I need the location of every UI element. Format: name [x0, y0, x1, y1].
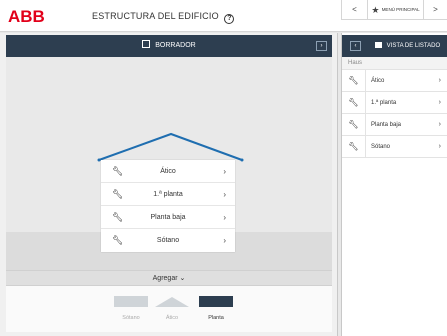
chevron-right-icon[interactable]: ›: [223, 206, 226, 229]
add-floor-button[interactable]: Agregar ⌄: [6, 270, 332, 286]
svg-text:ABB: ABB: [8, 7, 44, 25]
building-editor-panel: BORRADOR › 🔧︎ Ático › 🔧︎ 1.ª planta › 🔧︎ Planta…: [0, 33, 338, 336]
collapse-panel-button[interactable]: ›: [316, 41, 327, 51]
wrench-icon[interactable]: 🔧︎: [342, 70, 366, 91]
nav-prev-button[interactable]: <: [341, 0, 367, 20]
nav-next-button[interactable]: >: [423, 0, 447, 20]
floor-label: Ático: [160, 168, 176, 175]
thumb-floor[interactable]: Planta: [199, 296, 233, 321]
star-icon: ★: [371, 5, 380, 15]
thumb-basement[interactable]: Sótano: [114, 296, 148, 321]
list-view-label: VISTA DE LISTADO: [386, 43, 441, 49]
list-item-label: Sótano: [371, 144, 391, 150]
list-view-toggle[interactable]: VISTA DE LISTADO: [375, 35, 440, 57]
list-item[interactable]: 🔧︎ Sótano ›: [342, 136, 447, 158]
floor-stack: 🔧︎ Ático › 🔧︎ 1.ª planta › 🔧︎ Planta baja › 🔧︎ Sót…: [101, 160, 235, 252]
chevron-right-icon[interactable]: ›: [439, 114, 441, 136]
floor-row[interactable]: 🔧︎ Sótano ›: [101, 229, 235, 252]
list-item-label: Ático: [371, 78, 385, 84]
expand-panel-button[interactable]: ‹: [350, 41, 361, 51]
top-header: ABB ESTRUCTURA DEL EDIFICIO ? < ★ MENÚ P…: [0, 0, 447, 32]
list-item[interactable]: 🔧︎ Planta baja ›: [342, 114, 447, 136]
draft-bar: BORRADOR ›: [6, 35, 332, 57]
main-menu-button[interactable]: ★ MENÚ PRINCIPAL: [367, 0, 423, 20]
list-item[interactable]: 🔧︎ 1.ª planta ›: [342, 92, 447, 114]
floor-row[interactable]: 🔧︎ Ático ›: [101, 160, 235, 183]
list-icon: [375, 42, 382, 48]
floor-list: 🔧︎ Ático › 🔧︎ 1.ª planta › 🔧︎ Planta baja › 🔧︎ Sót…: [342, 70, 447, 158]
thumb-attic[interactable]: Ático: [155, 296, 189, 321]
floor-row[interactable]: 🔧︎ 1.ª planta ›: [101, 183, 235, 206]
list-item-label: Planta baja: [371, 122, 402, 128]
abb-logo: ABB: [8, 7, 44, 25]
draft-icon: [142, 40, 151, 48]
floor-label: 1.ª planta: [153, 191, 183, 198]
chevron-right-icon[interactable]: ›: [223, 160, 226, 183]
thumb-label: Sótano: [122, 315, 140, 321]
floor-label: Planta baja: [150, 214, 186, 221]
help-icon[interactable]: ?: [224, 14, 235, 24]
main-menu-label: MENÚ PRINCIPAL: [381, 7, 420, 12]
list-view-panel: ‹ VISTA DE LISTADO Haus 🔧︎ Ático › 🔧︎ 1.ª pl…: [341, 33, 447, 336]
chevron-right-icon[interactable]: ›: [223, 183, 226, 206]
chevron-right-icon[interactable]: ›: [439, 70, 441, 92]
chevron-right-icon[interactable]: ›: [439, 136, 441, 158]
attic-shape: [155, 297, 189, 307]
page-title: ESTRUCTURA DEL EDIFICIO ?: [92, 11, 235, 24]
wrench-icon[interactable]: 🔧︎: [342, 92, 366, 113]
thumb-label: Ático: [165, 315, 179, 321]
basement-shape: [114, 296, 148, 307]
chevron-right-icon[interactable]: ›: [223, 229, 226, 252]
building-section-label: Haus: [342, 57, 447, 70]
floor-type-palette: Sótano Ático Planta: [6, 286, 332, 332]
floor-shape: [199, 296, 233, 307]
floor-label: Sótano: [156, 237, 180, 244]
list-item-label: 1.ª planta: [371, 100, 397, 106]
thumb-label: Planta: [208, 315, 224, 321]
floor-row[interactable]: 🔧︎ Planta baja ›: [101, 206, 235, 229]
draft-label: BORRADOR: [155, 42, 196, 49]
page-title-text: ESTRUCTURA DEL EDIFICIO: [92, 11, 219, 21]
wrench-icon[interactable]: 🔧︎: [342, 114, 366, 135]
chevron-right-icon[interactable]: ›: [439, 92, 441, 114]
list-item[interactable]: 🔧︎ Ático ›: [342, 70, 447, 92]
list-view-header: ‹ VISTA DE LISTADO: [342, 35, 447, 57]
wrench-icon[interactable]: 🔧︎: [342, 136, 366, 157]
top-navigation: < ★ MENÚ PRINCIPAL >: [341, 0, 447, 20]
